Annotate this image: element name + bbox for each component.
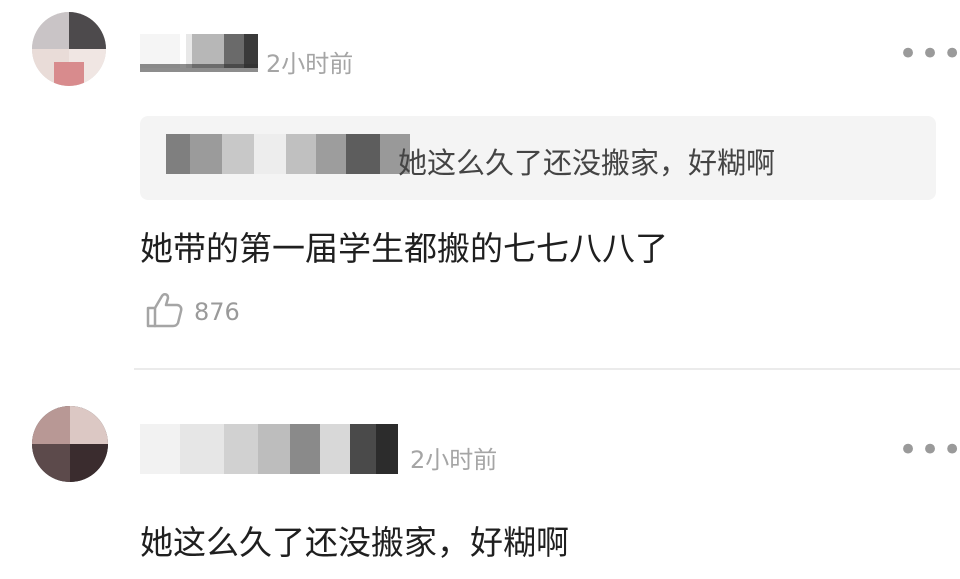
- like-button[interactable]: 876: [140, 288, 250, 332]
- like-count: 876: [194, 298, 240, 326]
- quoted-comment[interactable]: 她这么久了还没搬家，好糊啊: [140, 116, 936, 200]
- quoted-comment-text: 她这么久了还没搬家，好糊啊: [398, 146, 776, 180]
- quoted-username-obscured: [166, 134, 416, 174]
- thumbs-up-icon: [144, 290, 184, 334]
- more-options-icon[interactable]: •••: [898, 37, 960, 71]
- username-obscured[interactable]: [140, 30, 260, 72]
- more-options-icon[interactable]: •••: [898, 433, 960, 467]
- avatar[interactable]: [32, 406, 108, 482]
- avatar[interactable]: [32, 12, 106, 86]
- comment-text: 她带的第一届学生都搬的七七八八了: [140, 229, 668, 268]
- comment-time: 2小时前: [410, 446, 498, 474]
- comment-text: 她这么久了还没搬家，好糊啊: [140, 523, 569, 562]
- username-obscured[interactable]: [140, 424, 402, 474]
- divider: [134, 368, 960, 370]
- comment-time: 2小时前: [266, 50, 354, 78]
